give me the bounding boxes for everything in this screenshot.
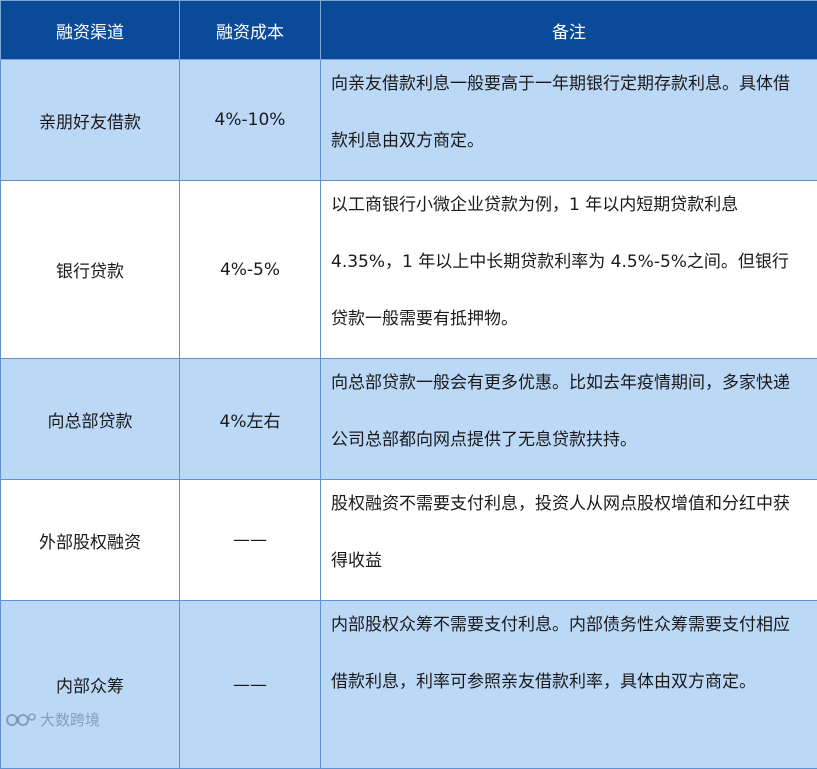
header-channel: 融资渠道 (1, 1, 180, 60)
cost-cell: 4%-10% (180, 60, 321, 181)
table-row: 银行贷款 4%-5% 以工商银行小微企业贷款为例，1 年以内短期贷款利息 4.3… (1, 181, 817, 359)
channel-cell: 亲朋好友借款 (1, 60, 180, 181)
table-row: 外部股权融资 —— 股权融资不需要支付利息，投资人从网点股权增值和分红中获得收益 (1, 480, 817, 601)
cost-cell: 4%-5% (180, 181, 321, 359)
channel-cell: 外部股权融资 (1, 480, 180, 601)
financing-table: 融资渠道 融资成本 备注 亲朋好友借款 4%-10% 向亲友借款利息一般要高于一… (0, 0, 817, 769)
note-cell: 股权融资不需要支付利息，投资人从网点股权增值和分红中获得收益 (321, 480, 817, 601)
note-text: 股权融资不需要支付利息，投资人从网点股权增值和分红中获得收益 (331, 476, 803, 590)
channel-cell: 银行贷款 (1, 181, 180, 359)
cost-cell: —— (180, 601, 321, 769)
header-cost: 融资成本 (180, 1, 321, 60)
header-row: 融资渠道 融资成本 备注 (1, 1, 817, 60)
note-cell: 内部股权众筹不需要支付利息。内部债务性众筹需要支付相应借款利息，利率可参照亲友借… (321, 601, 817, 769)
note-text: 向亲友借款利息一般要高于一年期银行定期存款利息。具体借款利息由双方商定。 (331, 56, 803, 170)
note-text: 向总部贷款一般会有更多优惠。比如去年疫情期间，多家快递公司总部都向网点提供了无息… (331, 355, 803, 469)
logo-icon (6, 711, 36, 729)
note-cell: 以工商银行小微企业贷款为例，1 年以内短期贷款利息 4.35%，1 年以上中长期… (321, 181, 817, 359)
channel-cell: 内部众筹 (1, 601, 180, 769)
cost-cell: 4%左右 (180, 359, 321, 480)
note-text: 以工商银行小微企业贷款为例，1 年以内短期贷款利息 4.35%，1 年以上中长期… (331, 177, 803, 348)
note-cell: 向总部贷款一般会有更多优惠。比如去年疫情期间，多家快递公司总部都向网点提供了无息… (321, 359, 817, 480)
table-row: 向总部贷款 4%左右 向总部贷款一般会有更多优惠。比如去年疫情期间，多家快递公司… (1, 359, 817, 480)
channel-cell: 向总部贷款 (1, 359, 180, 480)
watermark: 大数跨境 (6, 709, 100, 730)
table-row: 亲朋好友借款 4%-10% 向亲友借款利息一般要高于一年期银行定期存款利息。具体… (1, 60, 817, 181)
watermark-text: 大数跨境 (40, 709, 100, 730)
note-cell: 向亲友借款利息一般要高于一年期银行定期存款利息。具体借款利息由双方商定。 (321, 60, 817, 181)
note-text: 内部股权众筹不需要支付利息。内部债务性众筹需要支付相应借款利息，利率可参照亲友借… (331, 597, 803, 711)
cost-cell: —— (180, 480, 321, 601)
header-note: 备注 (321, 1, 817, 60)
table-row: 内部众筹 —— 内部股权众筹不需要支付利息。内部债务性众筹需要支付相应借款利息，… (1, 601, 817, 769)
